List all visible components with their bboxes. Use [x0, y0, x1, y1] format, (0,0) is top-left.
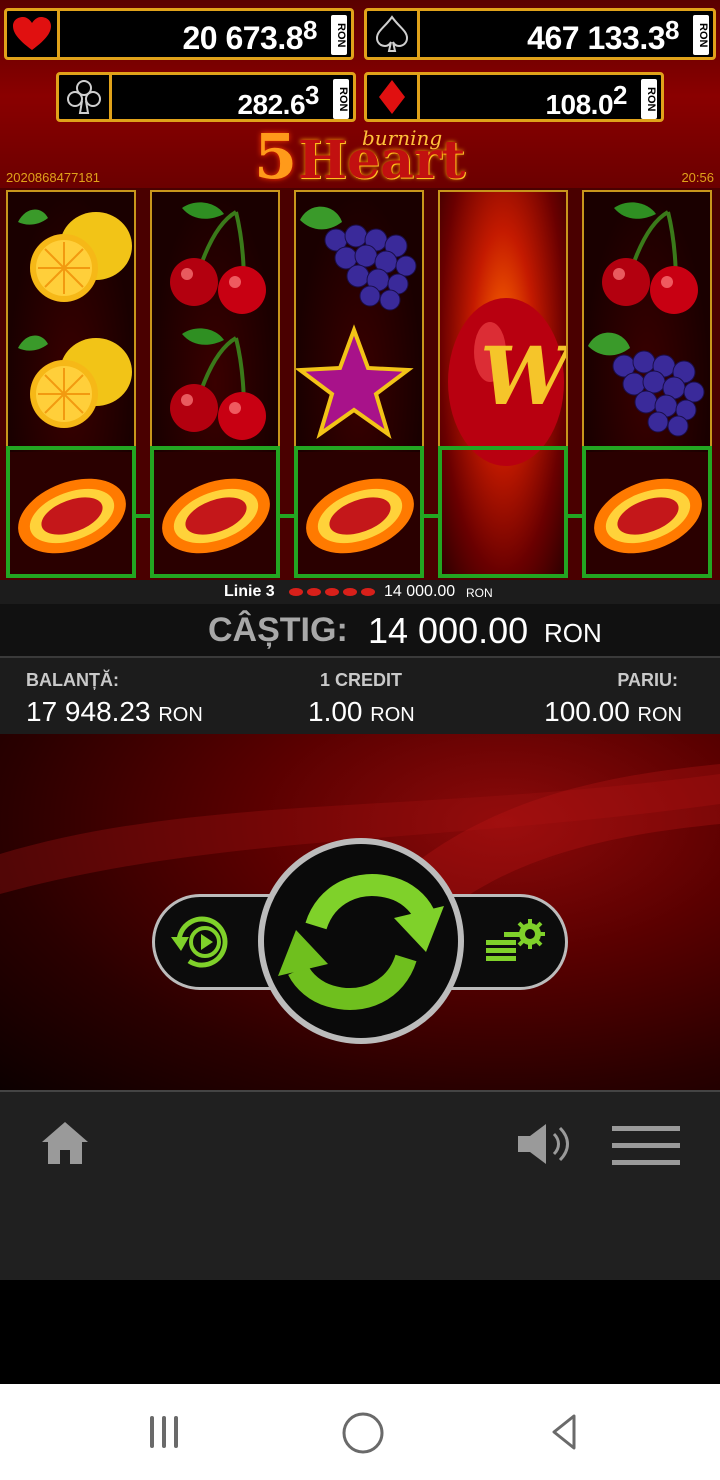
home-circle-icon	[342, 1412, 384, 1454]
win-frame	[150, 446, 280, 578]
win-line-connector	[568, 514, 582, 518]
jackpot-value: 108.02	[545, 80, 627, 120]
jackpot-currency: RON	[331, 15, 347, 55]
jackpot-spade: 467 133.38 RON	[364, 8, 716, 60]
back-icon	[552, 1414, 576, 1450]
hamburger-menu-icon	[612, 1126, 680, 1165]
watermelon-mini-icons	[288, 585, 378, 604]
lemon-symbol	[8, 196, 134, 324]
session-id: 2020868477181	[6, 170, 100, 185]
win-line-connector	[424, 514, 438, 518]
credit-value: 1.00 RON	[308, 696, 415, 727]
jackpot-currency: RON	[333, 79, 349, 119]
win-frame	[294, 446, 424, 578]
bet-label: PARIU:	[617, 670, 678, 690]
spade-icon	[367, 11, 420, 57]
svg-text:W: W	[480, 329, 566, 423]
balance-value: 17 948.23 RON	[26, 696, 203, 727]
jackpot-value: 20 673.88	[182, 15, 317, 56]
clock: 20:56	[681, 170, 714, 185]
win-amount: 14 000.00	[368, 610, 529, 651]
win-frame	[582, 446, 712, 578]
jackpot-currency: RON	[641, 79, 657, 119]
sound-button[interactable]	[516, 1120, 574, 1168]
club-icon	[59, 75, 112, 119]
heart-icon	[7, 11, 60, 57]
line-label: Linie 3	[224, 583, 275, 600]
win-line-connector	[136, 514, 150, 518]
menu-button[interactable]	[610, 1124, 682, 1168]
cherries-symbol	[152, 322, 278, 450]
cherries-symbol	[152, 196, 278, 324]
recents-icon	[150, 1416, 178, 1448]
win-frame	[438, 446, 568, 578]
autoplay-button[interactable]	[166, 906, 238, 978]
diamond-icon	[367, 75, 420, 119]
cherries-symbol	[584, 196, 710, 324]
lemon-symbol	[8, 322, 134, 450]
game-logo: 5 Heart burning	[254, 120, 466, 193]
home-icon	[42, 1122, 88, 1164]
win-line-info: Linie 3 14 000.00 RON	[0, 580, 720, 604]
line-currency: RON	[466, 586, 493, 600]
android-home-button[interactable]	[340, 1410, 386, 1456]
recents-button[interactable]	[144, 1412, 184, 1452]
line-amount: 14 000.00	[384, 583, 456, 600]
bet-value: 100.00 RON	[544, 696, 682, 727]
speaker-icon	[518, 1124, 569, 1164]
jackpot-value: 282.63	[237, 80, 319, 120]
autoplay-icon	[171, 916, 228, 968]
back-button[interactable]	[548, 1412, 582, 1452]
win-label: CÂȘTIG:	[208, 611, 348, 649]
spin-button[interactable]	[264, 844, 458, 1038]
win-currency: RON	[544, 618, 602, 648]
grapes-symbol	[584, 322, 710, 450]
toolbar-spacer	[0, 1196, 720, 1280]
jackpot-heart: 20 673.88 RON	[4, 8, 354, 60]
win-banner: CÂȘTIG: 14 000.00 RON	[0, 604, 720, 656]
jackpot-diamond: 108.02 RON	[364, 72, 664, 122]
star-symbol	[296, 322, 422, 450]
jackpot-value: 467 133.38	[527, 15, 679, 56]
balance-label: BALANȚĂ:	[26, 670, 119, 690]
info-bar: BALANȚĂ: 17 948.23 RON 1 CREDIT 1.00 RON…	[0, 656, 720, 736]
credit-label: 1 CREDIT	[320, 670, 403, 690]
jackpot-club: 282.63 RON	[56, 72, 356, 122]
spin-icon	[278, 874, 444, 1010]
win-frame	[6, 446, 136, 578]
bet-settings-button[interactable]	[482, 918, 546, 970]
grapes-symbol	[296, 196, 422, 324]
jackpot-currency: RON	[693, 15, 709, 55]
bet-settings-icon	[486, 919, 545, 961]
home-button[interactable]	[38, 1118, 92, 1168]
win-line-connector	[280, 514, 294, 518]
